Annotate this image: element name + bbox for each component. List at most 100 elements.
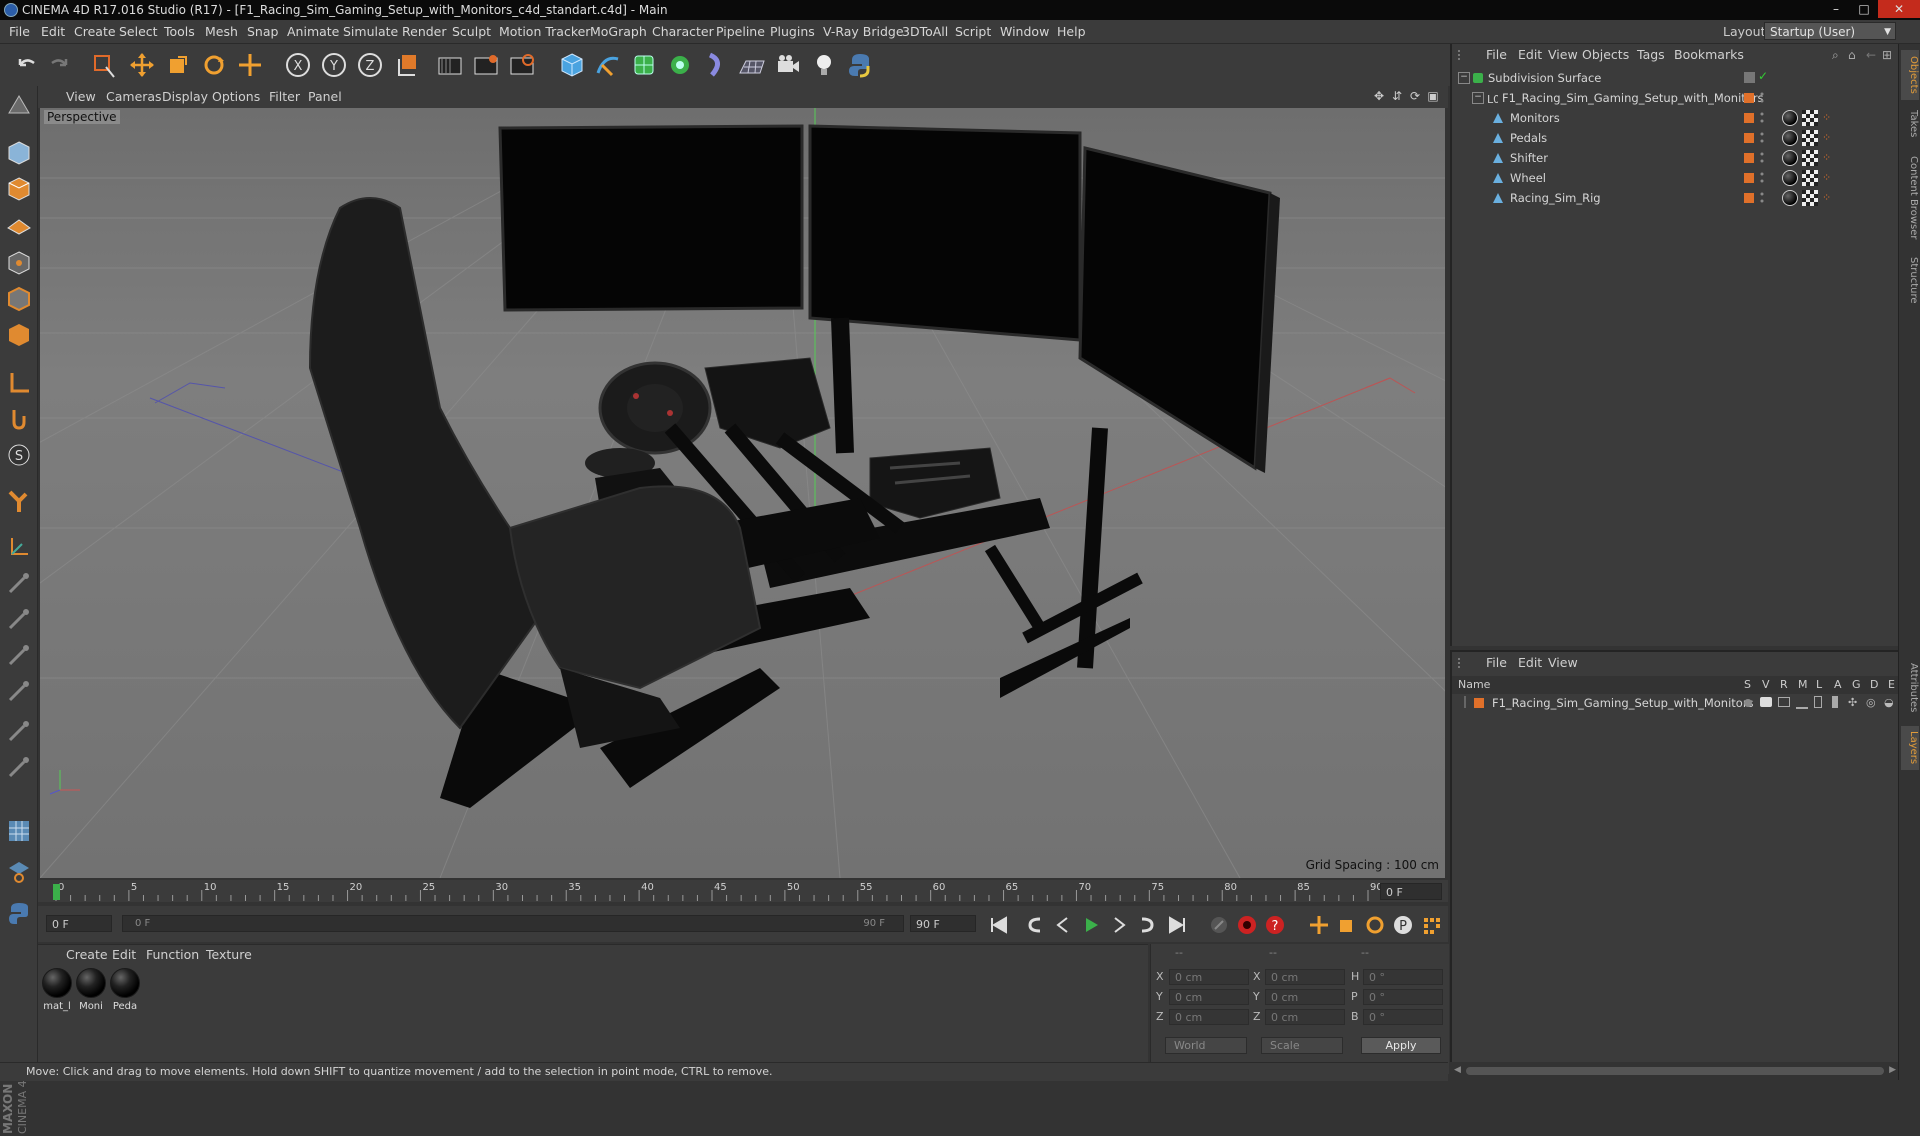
deformer-icon[interactable] [700, 49, 732, 81]
layer-horizontal-scrollbar[interactable]: ◀ ▶ [1452, 1064, 1898, 1078]
previous-keyframe-icon[interactable] [1022, 912, 1048, 938]
redo-icon[interactable] [44, 49, 76, 81]
layer-row[interactable]: F1_Racing_Sim_Gaming_Setup_with_Monitors… [1452, 694, 1900, 712]
home-icon[interactable]: ⌂ [1848, 48, 1856, 62]
menu-pipeline[interactable]: Pipeline [716, 20, 765, 43]
camera-icon[interactable] [772, 49, 804, 81]
visibility-dots-icon[interactable] [1760, 151, 1764, 165]
transform-mode-dropdown[interactable]: Scale [1261, 1037, 1343, 1054]
uvw-tag-icon[interactable]: ⁘ [1822, 190, 1838, 206]
z-axis-lock-icon[interactable]: Z [354, 49, 386, 81]
tweak-mode-icon[interactable] [4, 368, 34, 398]
spline-pen-icon[interactable] [592, 49, 624, 81]
light-icon[interactable] [808, 49, 840, 81]
menu-mesh[interactable]: Mesh [205, 20, 238, 43]
points-mode-icon[interactable] [4, 210, 34, 240]
panel-grip-icon[interactable] [1458, 658, 1468, 668]
material-tag-icon[interactable] [1782, 190, 1798, 206]
go-to-start-icon[interactable] [986, 912, 1012, 938]
object-menu-view[interactable]: View [1548, 44, 1578, 66]
visibility-dots-icon[interactable] [1760, 171, 1764, 185]
edges-mode-icon[interactable] [4, 248, 34, 278]
rotation-p-field[interactable]: 0 ° [1363, 989, 1443, 1005]
next-keyframe-icon[interactable] [1134, 912, 1160, 938]
material-tag-icon[interactable] [1782, 110, 1798, 126]
menu-motion-tracker[interactable]: Motion Tracker [499, 20, 590, 43]
layer-col-name[interactable]: Name [1458, 676, 1490, 694]
playhead-marker[interactable] [53, 884, 60, 900]
viewport-rotate-icon[interactable]: ⟳ [1408, 89, 1422, 103]
object-row[interactable]: Wheel ⁘ [1452, 168, 1900, 188]
viewport-menu-display[interactable]: Display [162, 86, 208, 108]
position-z-field[interactable]: 0 cm [1169, 1009, 1249, 1025]
menu-window[interactable]: Window [1000, 20, 1049, 43]
viewport-dolly-icon[interactable]: ⇵ [1390, 89, 1404, 103]
visibility-dots-icon[interactable] [1760, 111, 1764, 125]
menu-mograph[interactable]: MoGraph [590, 20, 647, 43]
menu-simulate[interactable]: Simulate [343, 20, 398, 43]
layer-col-deformers[interactable]: D [1870, 676, 1878, 694]
tab-structure[interactable]: Structure [1901, 252, 1919, 308]
autokey-icon[interactable] [1234, 912, 1260, 938]
layer-color-swatch[interactable] [1744, 193, 1754, 203]
material-swatch[interactable]: Peda [110, 968, 140, 1012]
size-z-field[interactable]: 0 cm [1265, 1009, 1345, 1025]
layer-color-swatch[interactable] [1744, 113, 1754, 123]
uvw-tag-icon[interactable]: ⁘ [1822, 130, 1838, 146]
collapse-toggle-icon[interactable]: − [1458, 72, 1470, 84]
menu-render[interactable]: Render [402, 20, 447, 43]
key-position-icon[interactable] [1306, 912, 1332, 938]
material-menu-edit[interactable]: Edit [112, 945, 136, 965]
menu-animate[interactable]: Animate [287, 20, 339, 43]
layer-col-view[interactable]: V [1762, 676, 1770, 694]
menu-edit[interactable]: Edit [41, 20, 65, 43]
layer-color-swatch[interactable] [1474, 698, 1484, 708]
brush-tool-5-icon[interactable] [4, 676, 34, 706]
polygons-mode-icon[interactable] [4, 284, 34, 314]
texture-tag-icon[interactable] [1802, 110, 1818, 126]
menu-tools[interactable]: Tools [164, 20, 195, 43]
layer-color-swatch[interactable] [1744, 153, 1754, 163]
layer-color-swatch[interactable] [1744, 173, 1754, 183]
menu-3dtoall[interactable]: 3DToAll [902, 20, 948, 43]
collapse-toggle-icon[interactable]: − [1472, 92, 1484, 104]
texture-tag-icon[interactable] [1802, 130, 1818, 146]
layer-menu-view[interactable]: View [1548, 652, 1578, 674]
mograph-cloner-icon[interactable] [664, 49, 696, 81]
object-row[interactable]: Shifter ⁘ [1452, 148, 1900, 168]
brush-tool-6-icon[interactable] [4, 716, 34, 746]
layer-col-render[interactable]: R [1780, 676, 1788, 694]
viewport-menu-cameras[interactable]: Cameras [106, 86, 162, 108]
panel-grip-icon[interactable] [1458, 50, 1468, 60]
menu-plugins[interactable]: Plugins [770, 20, 815, 43]
object-row[interactable]: Monitors ⁘ [1452, 108, 1900, 128]
material-swatch[interactable]: mat_l [42, 968, 72, 1012]
rotate-icon[interactable] [198, 49, 230, 81]
layer-animation-icon[interactable] [1832, 696, 1838, 708]
material-menu-function[interactable]: Function [146, 945, 199, 965]
axis-mode-icon[interactable] [4, 320, 34, 350]
layer-col-generators[interactable]: G [1852, 676, 1861, 694]
object-menu-objects[interactable]: Objects [1582, 44, 1629, 66]
menu-select[interactable]: Select [119, 20, 158, 43]
object-menu-edit[interactable]: Edit [1518, 44, 1542, 66]
go-to-end-icon[interactable] [1164, 912, 1190, 938]
timeline-ruler[interactable]: 0 5 10 15 20 25 30 35 40 45 50 55 60 65 70 75 80 85 90 0 F [38, 880, 1448, 902]
uvw-tag-icon[interactable]: ⁘ [1822, 150, 1838, 166]
subdivision-surface-icon[interactable] [628, 49, 660, 81]
enabled-check-icon[interactable]: ✓ [1758, 69, 1768, 83]
layer-col-solo[interactable]: S [1744, 676, 1751, 694]
material-menu-texture[interactable]: Texture [206, 945, 252, 965]
texture-tag-icon[interactable] [1802, 190, 1818, 206]
menu-help[interactable]: Help [1057, 20, 1086, 43]
live-selection-icon[interactable] [88, 49, 120, 81]
menu-snap[interactable]: Snap [247, 20, 278, 43]
viewport-menu-view[interactable]: View [66, 86, 96, 108]
menu-vray-bridge[interactable]: V-Ray Bridge [823, 20, 904, 43]
apply-button[interactable]: Apply [1361, 1037, 1441, 1054]
layer-menu-file[interactable]: File [1486, 652, 1507, 674]
object-row[interactable]: Racing_Sim_Rig ⁘ [1452, 188, 1900, 208]
object-row[interactable]: Pedals ⁘ [1452, 128, 1900, 148]
record-keys-icon[interactable] [1206, 912, 1232, 938]
previous-frame-icon[interactable] [1050, 912, 1076, 938]
